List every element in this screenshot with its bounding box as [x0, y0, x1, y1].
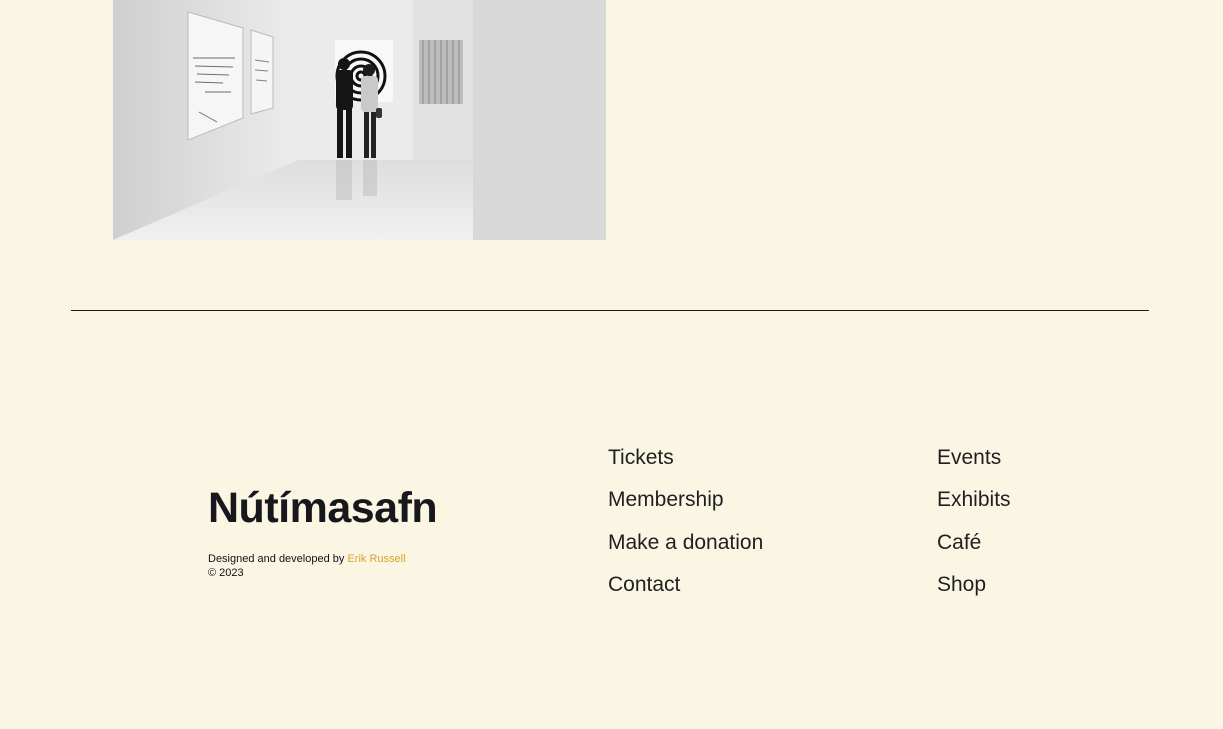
brand-logo[interactable]: Nútímasafn: [208, 482, 438, 534]
nav-link-shop[interactable]: Shop: [937, 573, 986, 596]
copyright: © 2023: [208, 567, 244, 579]
nav-item-exhibits: Exhibits: [937, 486, 1011, 528]
nav-link-events[interactable]: Events: [937, 446, 1001, 469]
nav-link-cafe[interactable]: Café: [937, 531, 981, 554]
author-link[interactable]: Erik Russell: [347, 553, 405, 565]
footer-nav-secondary: Events Exhibits Café Shop: [937, 444, 1011, 613]
nav-item-cafe: Café: [937, 529, 1011, 571]
footer-divider: [71, 310, 1149, 311]
nav-link-tickets[interactable]: Tickets: [608, 446, 674, 469]
footer-nav-primary: Tickets Membership Make a donation Conta…: [608, 444, 763, 613]
credit-prefix: Designed and developed by: [208, 553, 345, 565]
gallery-photo: [113, 0, 606, 240]
nav-link-membership[interactable]: Membership: [608, 488, 724, 511]
nav-item-tickets: Tickets: [608, 444, 763, 486]
nav-link-donation[interactable]: Make a donation: [608, 531, 763, 554]
nav-link-contact[interactable]: Contact: [608, 573, 680, 596]
nav-item-events: Events: [937, 444, 1011, 486]
gallery-photo-illustration: [113, 0, 606, 240]
nav-item-contact: Contact: [608, 571, 763, 613]
nav-link-exhibits[interactable]: Exhibits: [937, 488, 1011, 511]
footer-credits: Designed and developed by Erik Russell ©…: [208, 552, 406, 580]
page: Nútímasafn Designed and developed by Eri…: [0, 0, 1223, 729]
credit-line: Designed and developed by Erik Russell: [208, 552, 406, 566]
nav-item-donation: Make a donation: [608, 529, 763, 571]
nav-item-shop: Shop: [937, 571, 1011, 613]
nav-item-membership: Membership: [608, 486, 763, 528]
